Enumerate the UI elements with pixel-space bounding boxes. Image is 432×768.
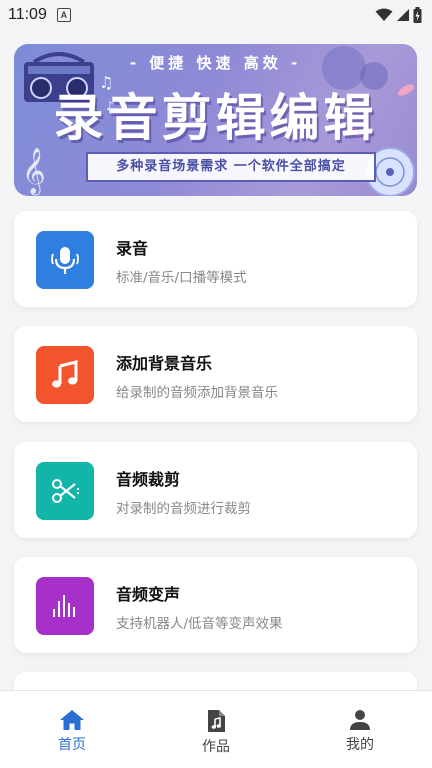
status-bar: 11:09 A [0, 0, 432, 30]
svg-text:𝄞: 𝄞 [22, 148, 46, 196]
card-description: 标准/音乐/口播等模式 [116, 270, 247, 286]
card-description: 支持机器人/低音等变声效果 [116, 616, 283, 632]
battery-icon [413, 7, 422, 23]
card-title: 音频裁剪 [116, 470, 181, 489]
scissors-icon [52, 479, 79, 503]
feature-card-audio-trim[interactable]: 音频裁剪 对录制的音频进行裁剪 [14, 442, 417, 538]
wifi-icon [375, 8, 393, 21]
promo-banner[interactable]: ♫ ♪ 𝄞 - 便捷 快速 高效 - 录音剪辑编辑 多种录音场景需求 一个软件全… [14, 44, 417, 196]
card-title: 音频变声 [116, 585, 181, 604]
microphone-icon [51, 247, 79, 274]
banner-subtitle: 多种录音场景需求 一个软件全部搞定 [86, 152, 376, 182]
waveform-icon [53, 595, 75, 617]
status-time: 11:09 [8, 6, 47, 23]
feature-card-background-music[interactable]: 添加背景音乐 给录制的音频添加背景音乐 [14, 326, 417, 422]
nav-home-label: 首页 [58, 737, 86, 753]
card-icon-box [36, 462, 94, 520]
person-icon [350, 710, 370, 730]
feature-card-record[interactable]: 录音 标准/音乐/口播等模式 [14, 211, 417, 307]
nav-works[interactable]: 作品 [144, 691, 288, 768]
card-description: 对录制的音频进行裁剪 [116, 501, 251, 517]
nav-profile[interactable]: 我的 [288, 691, 432, 768]
nav-home[interactable]: 首页 [0, 691, 144, 768]
music-file-icon [208, 710, 225, 732]
card-icon-box [36, 346, 94, 404]
signal-icon [397, 9, 409, 21]
card-description: 给录制的音频添加背景音乐 [116, 385, 278, 401]
music-note-icon [52, 360, 78, 388]
card-title: 录音 [116, 239, 149, 258]
home-icon [60, 710, 84, 730]
status-icons [375, 7, 422, 23]
nav-profile-label: 我的 [346, 737, 374, 753]
feature-card-voice-change[interactable]: 音频变声 支持机器人/低音等变声效果 [14, 557, 417, 653]
card-icon-box [36, 577, 94, 635]
card-title: 添加背景音乐 [116, 354, 213, 373]
bottom-nav: 首页 作品 我的 [0, 690, 432, 768]
card-icon-box [36, 231, 94, 289]
banner-tagline: - 便捷 快速 高效 - [129, 54, 302, 72]
notification-icon: A [56, 8, 71, 22]
banner-title: 录音剪辑编辑 [53, 88, 378, 147]
nav-works-label: 作品 [202, 739, 230, 755]
